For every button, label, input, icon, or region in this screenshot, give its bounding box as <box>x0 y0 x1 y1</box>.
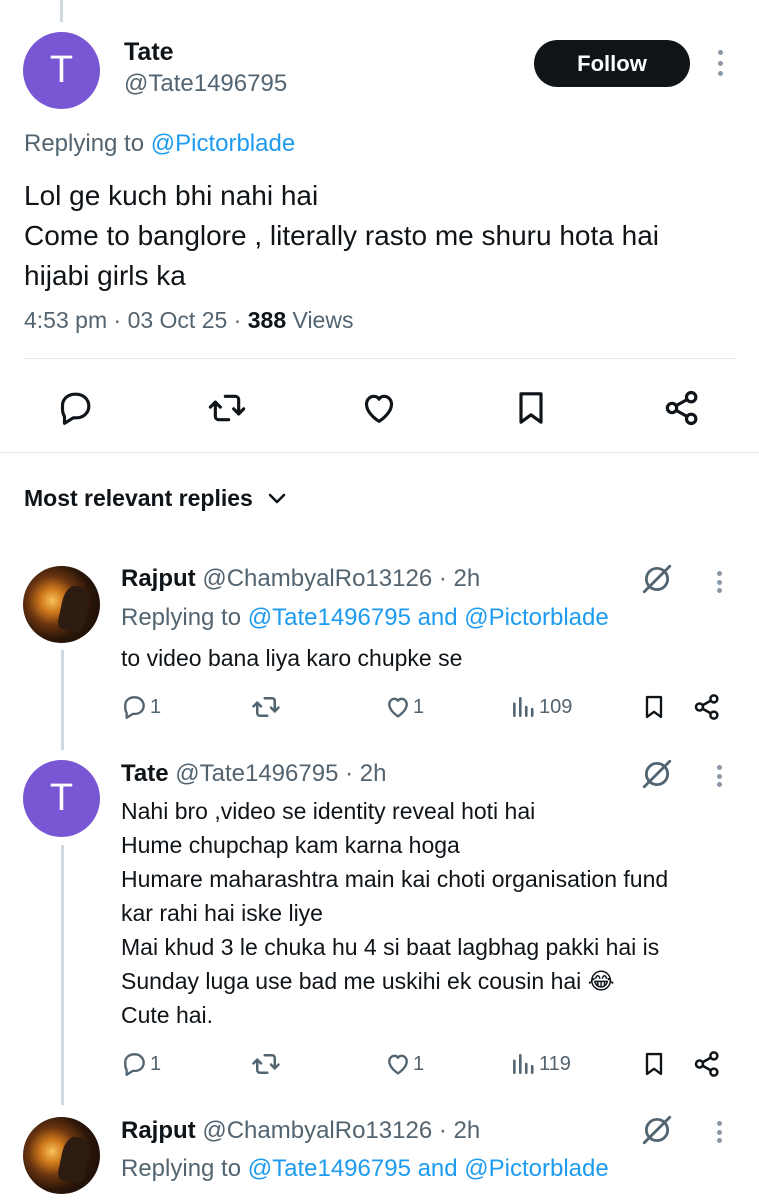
replying-to: Replying to @Tate1496795 and @Pictorblad… <box>121 1155 609 1183</box>
share-icon[interactable] <box>692 1049 722 1079</box>
avatar-letter: T <box>49 49 74 91</box>
post-age: · 2h <box>432 565 481 592</box>
post-age: · 2h <box>432 1117 481 1144</box>
author-name[interactable]: Rajput <box>121 565 196 592</box>
views-label: Views <box>286 307 354 333</box>
reply-header: Tate @Tate1496795 · 2h <box>121 760 386 788</box>
tweet-text: Lol ge kuch bhi nahi hai Come to banglor… <box>24 176 744 296</box>
tweet-meta: 4:53 pm · 03 Oct 25 · 388 Views <box>24 307 353 334</box>
divider <box>24 358 736 359</box>
thread-line <box>61 650 64 750</box>
reply-text-line: Hume chupchap kam karna hoga <box>121 832 460 858</box>
section-title: Most relevant replies <box>24 485 253 511</box>
views-icon[interactable] <box>510 694 536 720</box>
more-options-icon[interactable] <box>714 1121 724 1143</box>
reply-header: Rajput @ChambyalRo13126 · 2h <box>121 565 480 593</box>
divider <box>0 452 759 453</box>
like-count: 1 <box>413 1053 425 1075</box>
like-icon[interactable] <box>358 388 400 428</box>
grok-icon[interactable] <box>640 757 674 796</box>
replying-prefix: Replying to <box>24 130 151 157</box>
follow-button[interactable]: Follow <box>534 40 690 87</box>
share-icon[interactable] <box>692 692 722 722</box>
reply-icon[interactable] <box>55 388 95 428</box>
author-name[interactable]: Tate <box>121 760 169 787</box>
retweet-icon[interactable] <box>206 388 248 428</box>
replying-to: Replying to @Tate1496795 and @Pictorblad… <box>121 604 609 632</box>
mention-link[interactable]: @Pictorblade <box>151 130 295 157</box>
like-icon[interactable] <box>383 1050 413 1078</box>
reply-text-line: Cute hai. <box>121 1002 214 1028</box>
author-handle[interactable]: @Tate1496795 <box>124 70 287 98</box>
retweet-icon[interactable] <box>250 692 282 722</box>
author-handle[interactable]: @Tate1496795 <box>175 760 338 787</box>
post-age: · 2h <box>338 760 387 787</box>
views-count: 388 <box>247 307 287 333</box>
view-count: 109 <box>539 696 573 718</box>
reply-icon[interactable] <box>120 1050 148 1078</box>
mention-link[interactable]: @Tate1496795 and @Pictorblade <box>248 604 609 631</box>
author-handle[interactable]: @ChambyalRo13126 <box>202 565 432 592</box>
author-name[interactable]: Rajput <box>121 1117 196 1144</box>
reply-text: to video bana liya karo chupke se <box>121 641 741 675</box>
more-options-icon[interactable] <box>714 571 724 593</box>
tweet-text-line: Come to banglore , literally rasto me sh… <box>24 220 659 251</box>
view-count: 119 <box>539 1053 571 1075</box>
grok-icon[interactable] <box>640 1113 674 1152</box>
thread-line <box>60 0 63 22</box>
author-handle[interactable]: @ChambyalRo13126 <box>202 1117 432 1144</box>
meta-separator: · <box>227 307 248 333</box>
avatar[interactable] <box>23 1117 100 1194</box>
author-name[interactable]: Tate <box>124 38 174 67</box>
reply-text-line: Humare maharashtra main kai choti organi… <box>121 866 669 892</box>
thread-line <box>61 845 64 1105</box>
mention-link[interactable]: @Tate1496795 and @Pictorblade <box>248 1155 609 1182</box>
retweet-icon[interactable] <box>250 1049 282 1079</box>
meta-separator: · <box>107 307 128 333</box>
share-icon[interactable] <box>662 388 702 428</box>
reply-icon[interactable] <box>120 693 148 721</box>
reply-text-line: Nahi bro ,video se identity reveal hoti … <box>121 798 536 824</box>
reply-count: 1 <box>150 696 162 718</box>
replies-sort-dropdown[interactable]: Most relevant replies <box>24 485 287 512</box>
reply-text-line: to video bana liya karo chupke se <box>121 645 463 671</box>
tweet-text-line: Lol ge kuch bhi nahi hai <box>24 180 319 211</box>
avatar[interactable]: T <box>23 32 100 109</box>
avatar[interactable]: T <box>23 760 100 837</box>
views-icon[interactable] <box>510 1051 536 1077</box>
reply-count: 1 <box>150 1053 162 1075</box>
tweet-time[interactable]: 4:53 pm <box>24 307 107 333</box>
replying-to: Replying to @Pictorblade <box>24 130 295 158</box>
like-count: 1 <box>413 696 425 718</box>
reply-text: Nahi bro ,video se identity reveal hoti … <box>121 794 741 1032</box>
bookmark-icon[interactable] <box>640 1049 668 1079</box>
like-icon[interactable] <box>383 693 413 721</box>
chevron-down-icon <box>267 485 287 512</box>
avatar[interactable] <box>23 566 100 643</box>
bookmark-icon[interactable] <box>640 692 668 722</box>
reply-text-line: kar rahi hai iske liye <box>121 900 323 926</box>
reply-header: Rajput @ChambyalRo13126 · 2h <box>121 1117 480 1145</box>
reply-text-line: Sunday luga use bad me uskihi ek cousin … <box>121 968 615 994</box>
more-options-icon[interactable] <box>714 765 724 787</box>
replying-prefix: Replying to <box>121 604 248 631</box>
tweet-text-line: hijabi girls ka <box>24 260 186 291</box>
avatar-letter: T <box>49 777 74 819</box>
replying-prefix: Replying to <box>121 1155 248 1182</box>
grok-icon[interactable] <box>640 562 674 601</box>
tweet-date[interactable]: 03 Oct 25 <box>128 307 228 333</box>
more-options-icon[interactable] <box>715 50 725 76</box>
bookmark-icon[interactable] <box>511 388 551 428</box>
reply-text-line: Mai khud 3 le chuka hu 4 si baat lagbhag… <box>121 934 660 960</box>
